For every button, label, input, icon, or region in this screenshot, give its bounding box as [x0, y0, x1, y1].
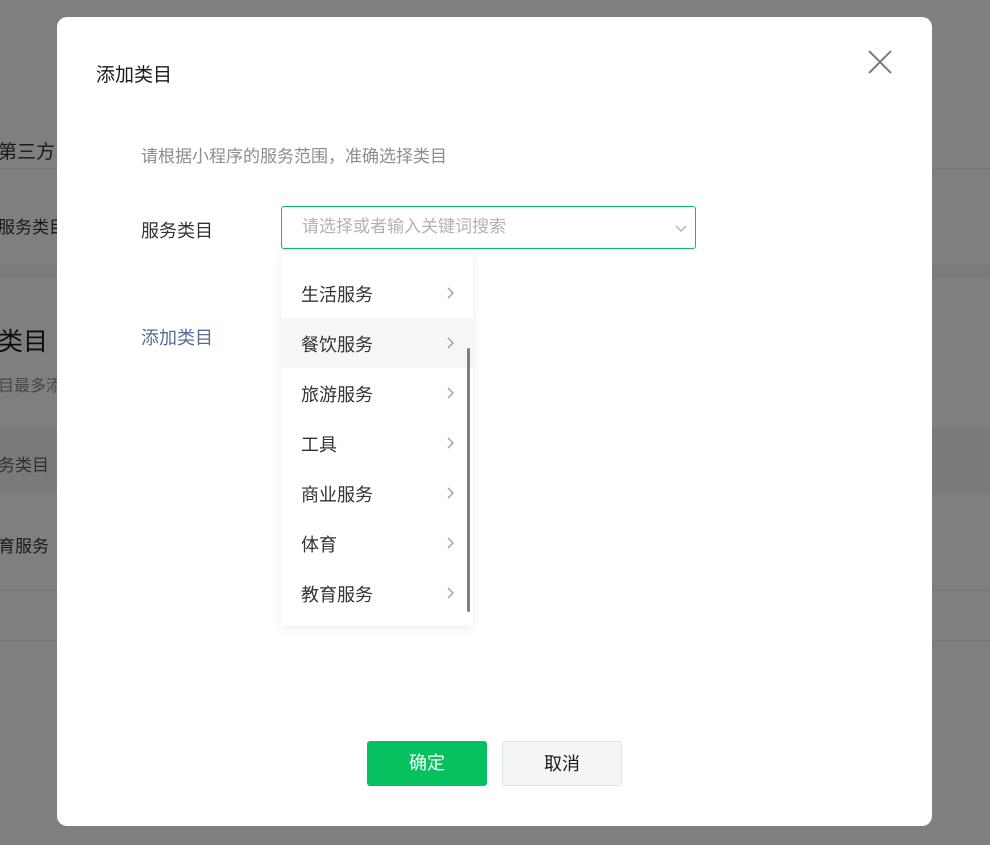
dialog-tip: 请根据小程序的服务范围，准确选择类目 [141, 147, 447, 167]
chevron-right-icon [447, 537, 454, 549]
chevron-right-icon [447, 437, 454, 449]
cancel-button[interactable]: 取消 [502, 741, 622, 786]
menu-item-label: 商业服务 [301, 485, 373, 506]
menu-item-travel-services[interactable]: 旅游服务 [281, 368, 473, 418]
close-icon [868, 50, 892, 74]
menu-item-education-services[interactable]: 教育服务 [281, 568, 473, 618]
menu-item-label: 生活服务 [301, 285, 373, 306]
menu-item-tools[interactable]: 工具 [281, 418, 473, 468]
menu-item-label: 餐饮服务 [301, 335, 373, 356]
dialog-title: 添加类目 [96, 64, 173, 86]
add-category-dialog: 添加类目 请根据小程序的服务范围，准确选择类目 服务类目 添加类目 生活服务 餐… [57, 17, 932, 826]
menu-item-label: 教育服务 [301, 585, 373, 606]
chevron-right-icon [447, 387, 454, 399]
menu-item-catering-services[interactable]: 餐饮服务 [281, 318, 473, 368]
close-button[interactable] [865, 47, 895, 77]
chevron-right-icon [447, 337, 454, 349]
service-category-label: 服务类目 [141, 221, 213, 242]
menu-item-label: 工具 [301, 435, 337, 456]
add-category-link[interactable]: 添加类目 [141, 324, 213, 350]
confirm-button[interactable]: 确定 [367, 741, 487, 786]
menu-item-business-services[interactable]: 商业服务 [281, 468, 473, 518]
chevron-down-icon[interactable] [675, 222, 687, 234]
chevron-right-icon [447, 287, 454, 299]
category-dropdown-menu: 生活服务 餐饮服务 旅游服务 工具 商业服务 体育 教育服务 [281, 253, 473, 626]
chevron-right-icon [447, 487, 454, 499]
menu-item-label: 体育 [301, 535, 337, 556]
category-select[interactable] [281, 206, 696, 249]
menu-item-life-services[interactable]: 生活服务 [281, 268, 473, 318]
menu-scrollbar[interactable] [467, 348, 470, 612]
chevron-right-icon [447, 587, 454, 599]
menu-item-label: 旅游服务 [301, 385, 373, 406]
menu-item-sports[interactable]: 体育 [281, 518, 473, 568]
category-search-input[interactable] [302, 207, 662, 248]
